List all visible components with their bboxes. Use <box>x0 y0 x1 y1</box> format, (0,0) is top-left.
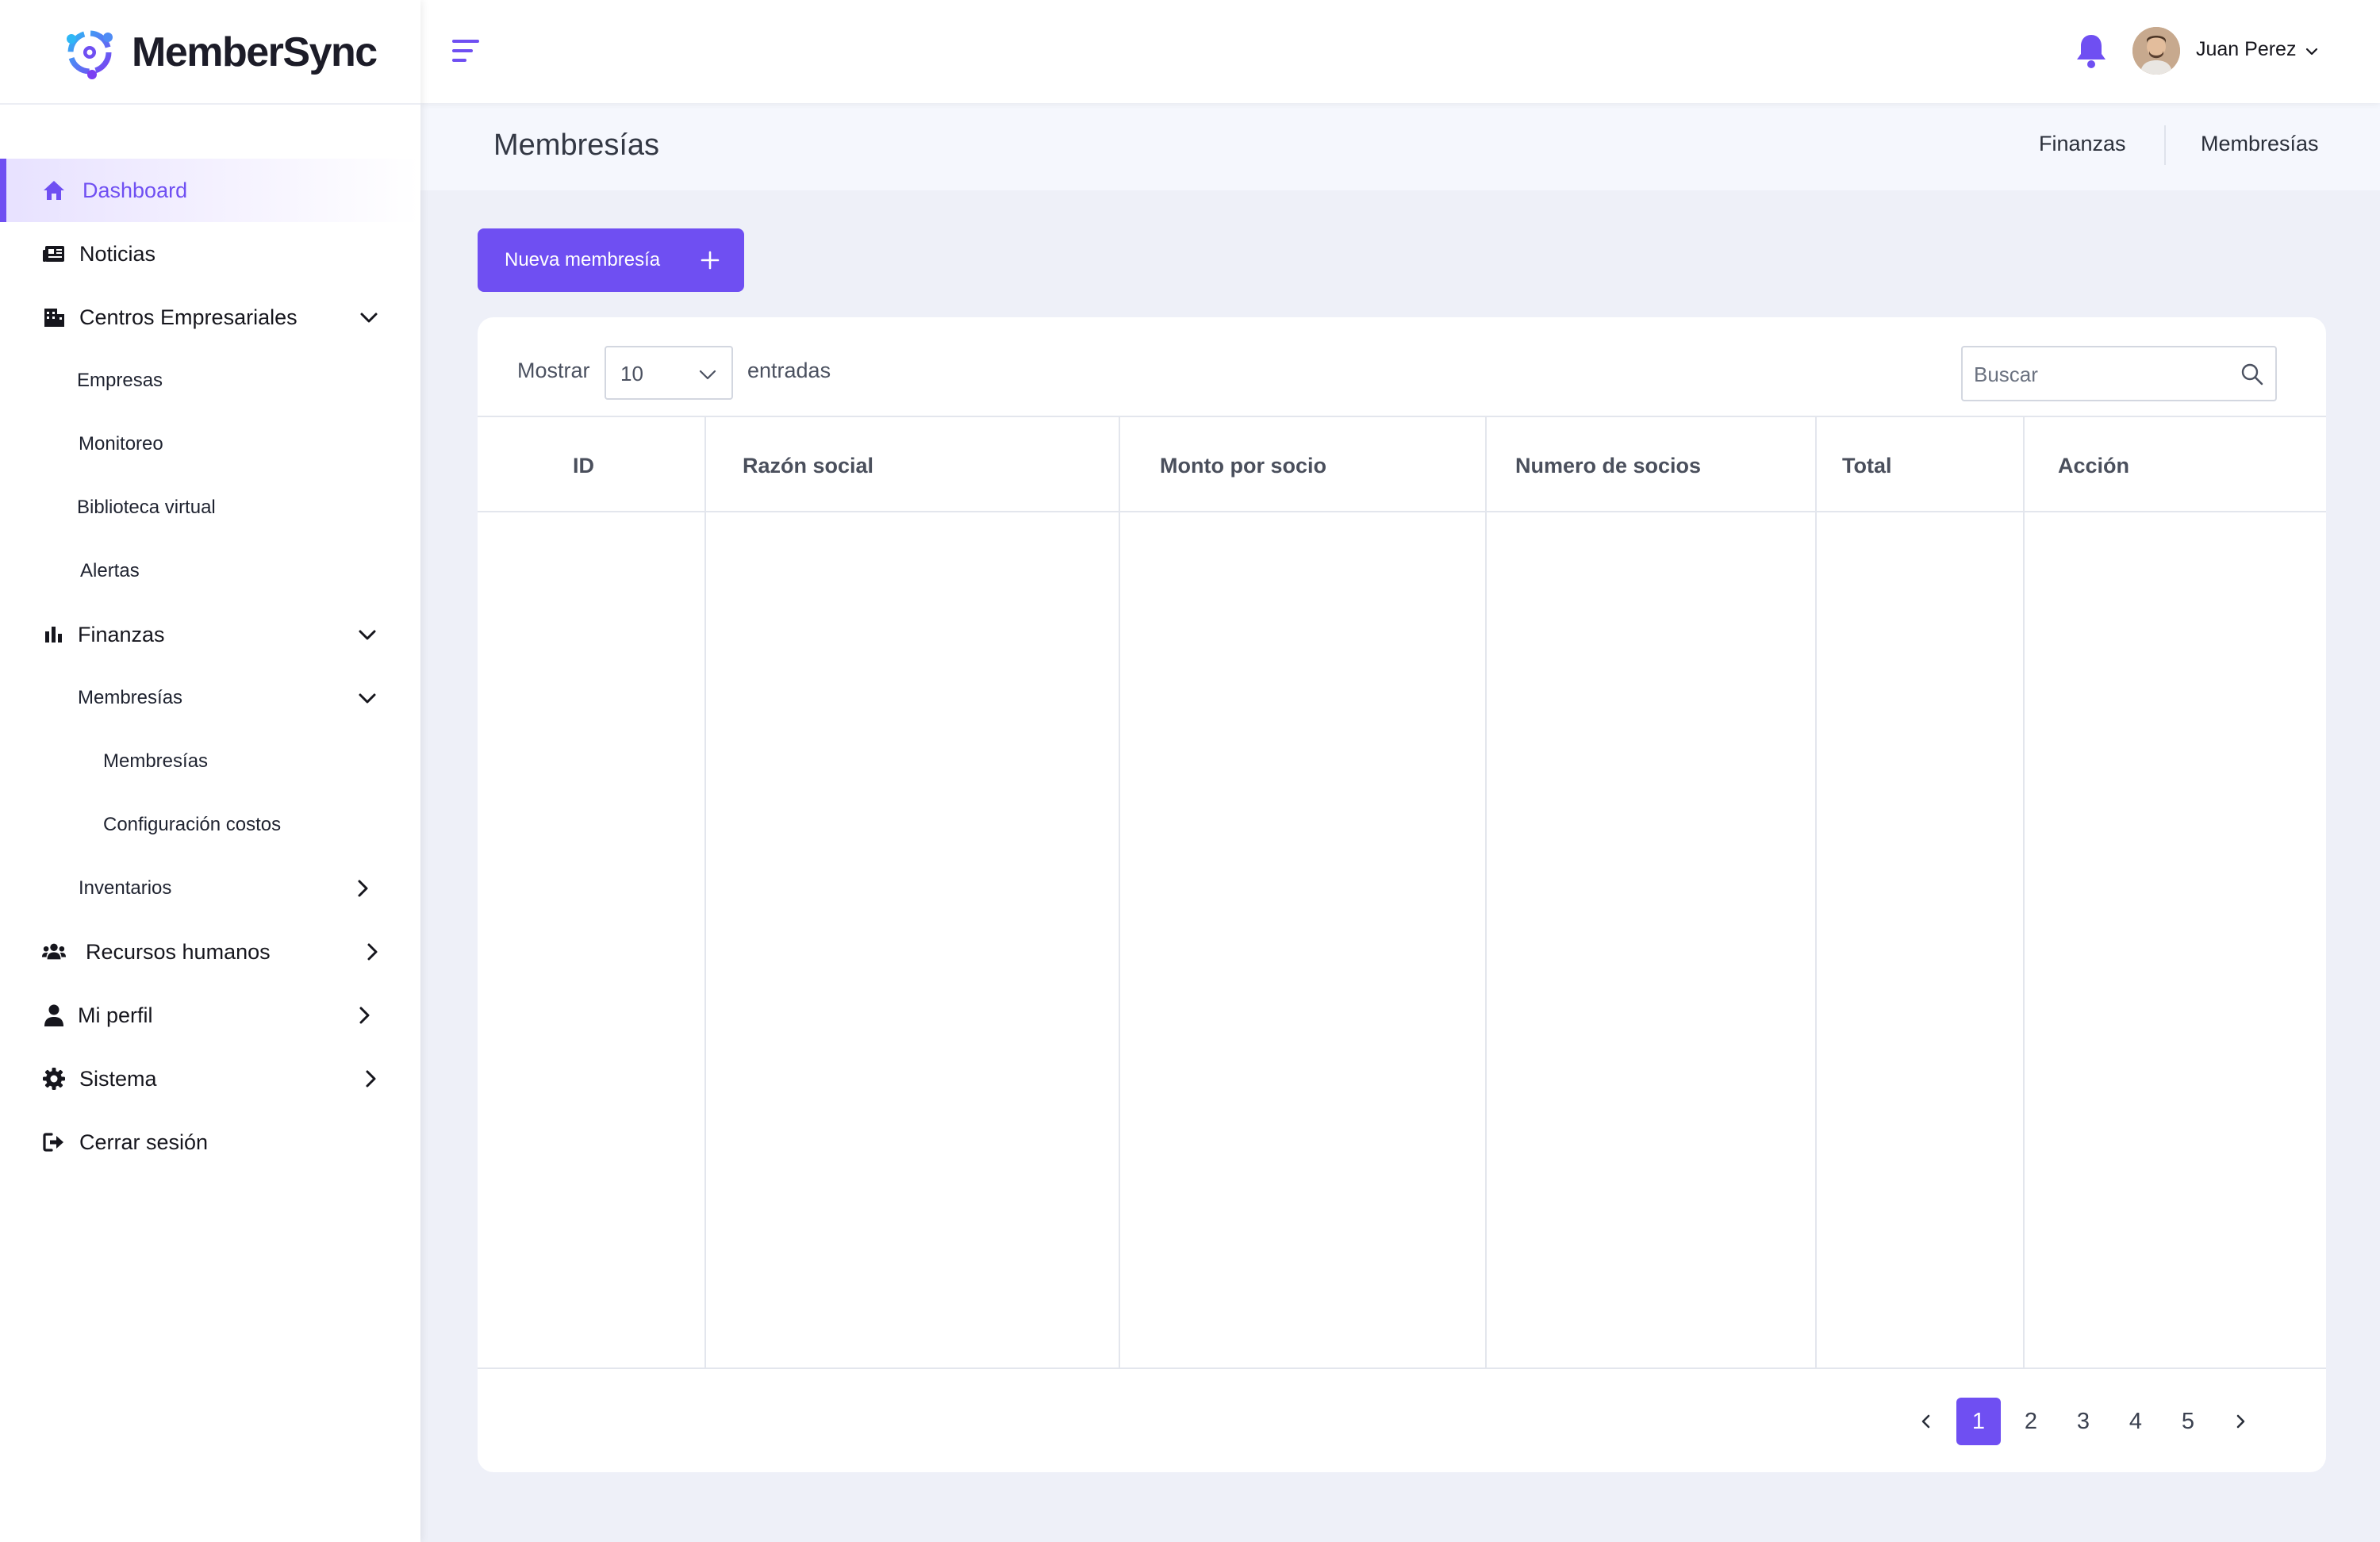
sidebar-item-label: Configuración costos <box>103 814 282 835</box>
pagination-page-5[interactable]: 5 <box>2166 1398 2210 1445</box>
new-membership-button[interactable]: Nueva membresía <box>478 228 744 292</box>
pagination-page-3[interactable]: 3 <box>2061 1398 2106 1445</box>
chevron-left-icon <box>1921 1414 1930 1429</box>
table-bottom-border <box>478 1367 2326 1369</box>
sidebar-item-sistema[interactable]: Sistema <box>0 1047 420 1110</box>
sidebar-item-label: Noticias <box>79 241 156 266</box>
search-box <box>1961 346 2277 401</box>
memberships-table-card: Mostrar 10 entradas ID Razón social Mont… <box>478 317 2326 1472</box>
table-top-border <box>478 416 2326 417</box>
sidebar: MemberSync Dashboard Noticias Centros Em… <box>0 0 420 1542</box>
sidebar-item-dashboard[interactable]: Dashboard <box>0 159 420 222</box>
chevron-right-icon[interactable] <box>352 1003 376 1027</box>
home-icon <box>41 178 67 203</box>
sidebar-item-label: Recursos humanos <box>86 939 271 964</box>
logout-icon <box>41 1130 67 1155</box>
chevron-down-icon[interactable] <box>355 623 379 646</box>
pagination-page-1[interactable]: 1 <box>1956 1398 2001 1445</box>
sidebar-item-recursos-humanos[interactable]: Recursos humanos <box>0 920 420 984</box>
chevron-down-icon[interactable] <box>355 686 379 710</box>
column-header-accion[interactable]: Acción <box>2058 454 2129 478</box>
menu-toggle-icon[interactable] <box>451 36 482 65</box>
column-header-razon-social[interactable]: Razón social <box>743 454 873 478</box>
pagination-prev-button[interactable] <box>1910 1398 1942 1445</box>
plus-icon <box>701 251 720 270</box>
breadcrumb-membresias[interactable]: Membresías <box>2201 132 2319 156</box>
users-icon <box>41 939 67 965</box>
sidebar-item-mi-perfil[interactable]: Mi perfil <box>0 984 420 1047</box>
chevron-right-icon[interactable] <box>351 876 374 900</box>
page-title: Membresías <box>493 128 660 162</box>
sidebar-item-monitoreo[interactable]: Monitoreo <box>0 412 420 476</box>
sidebar-item-label: Alertas <box>80 560 140 581</box>
column-divider <box>704 417 706 1367</box>
sidebar-item-label: Dashboard <box>83 178 188 202</box>
search-input[interactable] <box>1974 360 2228 389</box>
breadcrumb-separator <box>2164 125 2166 165</box>
new-membership-button-label: Nueva membresía <box>505 249 661 270</box>
user-name[interactable]: Juan Perez <box>2196 38 2296 61</box>
column-divider <box>1815 417 1817 1367</box>
page-header: Membresías Finanzas Membresías <box>420 103 2380 190</box>
chevron-down-icon[interactable] <box>357 305 381 329</box>
column-header-numero-de-socios[interactable]: Numero de socios <box>1515 454 1701 478</box>
sidebar-item-membresias[interactable]: Membresías <box>0 730 420 793</box>
pagination-page-2[interactable]: 2 <box>2009 1398 2053 1445</box>
sidebar-item-label: Monitoreo <box>79 433 163 455</box>
bell-icon[interactable] <box>2074 32 2109 70</box>
sidebar-item-configuracion-costos[interactable]: Configuración costos <box>0 793 420 857</box>
sidebar-item-noticias[interactable]: Noticias <box>0 222 420 286</box>
column-divider <box>2023 417 2025 1367</box>
sidebar-item-label: Cerrar sesión <box>79 1130 209 1154</box>
avatar-photo <box>2132 27 2180 75</box>
sidebar-divider <box>0 103 420 105</box>
sidebar-item-inventarios[interactable]: Inventarios <box>0 857 420 920</box>
sidebar-item-label: Membresías <box>78 687 183 708</box>
sidebar-item-label: Mi perfil <box>78 1003 153 1027</box>
column-header-total[interactable]: Total <box>1842 454 1892 478</box>
show-entries-label: Mostrar <box>517 359 590 382</box>
column-header-monto-por-socio[interactable]: Monto por socio <box>1160 454 1326 478</box>
sidebar-item-centros-empresariales[interactable]: Centros Empresariales <box>0 286 420 349</box>
sidebar-item-empresas[interactable]: Empresas <box>0 349 420 412</box>
sidebar-item-membresias-group[interactable]: Membresías <box>0 666 420 730</box>
chevron-down-icon[interactable] <box>2304 44 2320 59</box>
page-size-select[interactable]: 10 <box>605 346 733 400</box>
sidebar-item-label: Membresías <box>103 750 209 772</box>
search-icon[interactable] <box>2239 361 2266 388</box>
pagination-next-button[interactable] <box>2225 1398 2256 1445</box>
sidebar-item-alertas[interactable]: Alertas <box>0 539 420 603</box>
topbar: Juan Perez <box>420 0 2380 103</box>
brand-logo[interactable]: MemberSync <box>60 24 378 81</box>
sidebar-item-label: Empresas <box>77 370 163 391</box>
sidebar-item-biblioteca-virtual[interactable]: Biblioteca virtual <box>0 476 420 539</box>
breadcrumb-finanzas[interactable]: Finanzas <box>2039 132 2126 156</box>
bar-chart-icon <box>41 622 67 647</box>
chevron-right-icon[interactable] <box>359 1067 382 1091</box>
newspaper-icon <box>41 241 67 267</box>
table-header-border <box>478 511 2326 512</box>
brand-name: MemberSync <box>132 29 378 75</box>
column-header-id[interactable]: ID <box>573 454 594 478</box>
chevron-right-icon <box>2236 1414 2245 1429</box>
sidebar-item-label: Biblioteca virtual <box>77 497 216 518</box>
pagination-page-4[interactable]: 4 <box>2113 1398 2158 1445</box>
sidebar-item-label: Finanzas <box>78 622 165 646</box>
chevron-right-icon[interactable] <box>360 940 384 964</box>
building-icon <box>41 305 67 330</box>
membersync-logo-icon <box>67 30 113 79</box>
gear-icon <box>41 1066 67 1091</box>
sidebar-item-label: Centros Empresariales <box>79 305 298 329</box>
column-divider <box>1119 417 1120 1367</box>
column-divider <box>1485 417 1487 1367</box>
avatar[interactable] <box>2132 27 2180 75</box>
user-icon <box>41 1003 67 1028</box>
page-size-value: 10 <box>620 362 643 386</box>
sidebar-item-label: Sistema <box>79 1066 157 1091</box>
sidebar-item-finanzas[interactable]: Finanzas <box>0 603 420 666</box>
chevron-down-icon <box>699 370 716 380</box>
entries-label: entradas <box>747 359 831 382</box>
sidebar-item-cerrar-sesion[interactable]: Cerrar sesión <box>0 1110 420 1174</box>
sidebar-item-label: Inventarios <box>79 877 172 899</box>
